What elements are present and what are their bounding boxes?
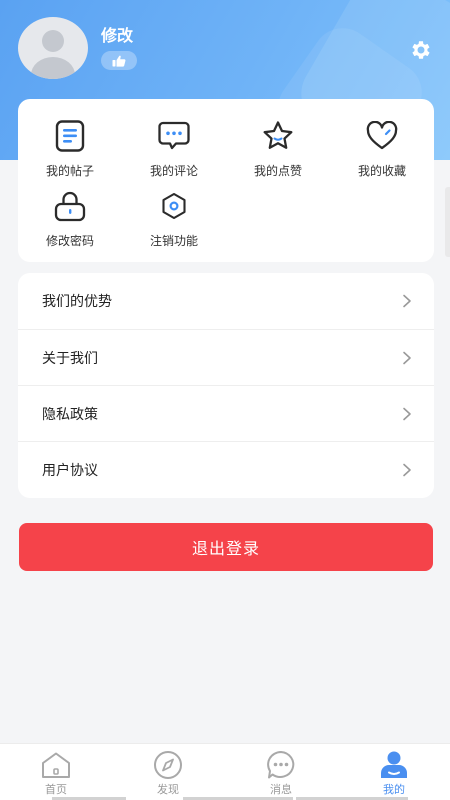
grid-item-label: 我的收藏 — [357, 164, 406, 178]
list-item-about-us[interactable]: 关于我们 — [18, 330, 434, 386]
tab-home[interactable]: 首页 — [0, 750, 112, 800]
list-item-label: 关于我们 — [42, 350, 98, 366]
document-icon — [55, 120, 85, 152]
avatar[interactable] — [18, 17, 88, 79]
list-item-label: 隐私政策 — [42, 406, 98, 422]
home-icon — [42, 752, 70, 778]
tab-messages[interactable]: 消息 — [225, 750, 337, 800]
tab-label: 发现 — [157, 784, 179, 796]
info-list: 我们的优势 关于我们 隐私政策 用户协议 — [18, 273, 434, 498]
grid-item-label: 修改密码 — [45, 234, 94, 248]
grid-item-label: 注销功能 — [149, 234, 198, 248]
comment-icon — [158, 121, 190, 150]
hexagon-icon — [162, 192, 186, 220]
feature-grid: 我的帖子 我的评论 我的点赞 我的收藏 修改密码 注销功能 — [18, 99, 434, 262]
thumbs-up-icon — [112, 55, 126, 67]
settings-button[interactable] — [408, 37, 434, 63]
compass-icon — [154, 751, 182, 779]
heart-icon — [366, 121, 398, 150]
bottom-tab-bar: 首页 发现 消息 我的 — [0, 743, 450, 800]
list-item-label: 用户协议 — [42, 462, 98, 478]
username[interactable]: 修改 — [101, 22, 133, 46]
chevron-right-icon — [403, 407, 411, 421]
list-item-user-agreement[interactable]: 用户协议 — [18, 442, 434, 498]
chevron-right-icon — [403, 294, 411, 308]
grid-item-my-likes[interactable]: 我的点赞 — [233, 120, 323, 184]
tab-mine[interactable]: 我的 — [338, 750, 450, 800]
grid-item-label: 我的点赞 — [253, 164, 302, 178]
grid-item-label: 我的评论 — [149, 164, 198, 178]
grid-item-my-posts[interactable]: 我的帖子 — [25, 120, 115, 184]
list-item-privacy-policy[interactable]: 隐私政策 — [18, 386, 434, 442]
list-item-label: 我们的优势 — [42, 293, 112, 309]
logout-button[interactable]: 退出登录 — [19, 523, 433, 571]
like-badge[interactable] — [101, 51, 137, 70]
chevron-right-icon — [403, 463, 411, 477]
grid-item-my-comments[interactable]: 我的评论 — [129, 120, 219, 184]
star-icon — [263, 121, 293, 149]
gear-icon — [412, 41, 430, 59]
tab-discover[interactable]: 发现 — [112, 750, 224, 800]
tab-label: 消息 — [270, 784, 292, 796]
user-icon — [381, 751, 407, 778]
side-scroll-handle[interactable] — [445, 187, 450, 257]
grid-item-change-password[interactable]: 修改密码 — [25, 190, 115, 254]
grid-item-my-favorites[interactable]: 我的收藏 — [337, 120, 427, 184]
grid-item-label: 我的帖子 — [45, 164, 94, 178]
list-item-advantages[interactable]: 我们的优势 — [18, 273, 434, 329]
tab-label: 首页 — [45, 784, 67, 796]
message-icon — [267, 751, 295, 779]
chevron-right-icon — [403, 351, 411, 365]
tab-label: 我的 — [383, 784, 405, 796]
grid-item-deactivate[interactable]: 注销功能 — [129, 190, 219, 254]
lock-icon — [54, 191, 86, 222]
